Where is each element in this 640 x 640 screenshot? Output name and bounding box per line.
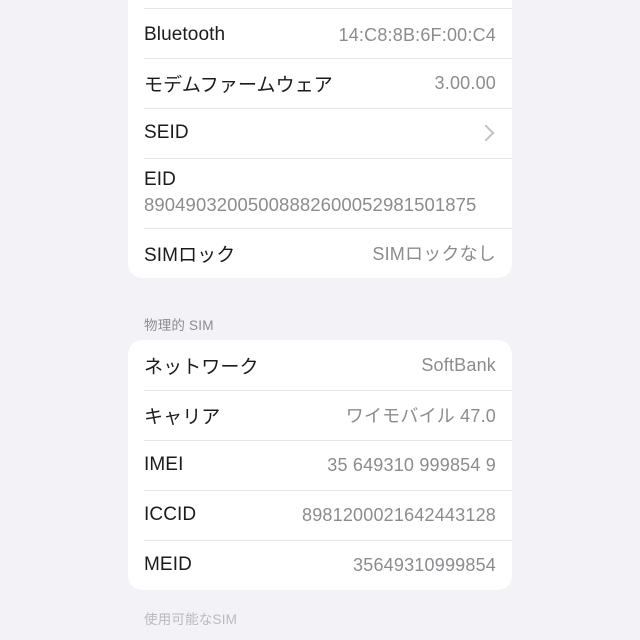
row-label: ネットワーク xyxy=(144,356,259,378)
row-label: ICCID xyxy=(144,504,197,525)
physical-sim-card: ネットワーク SoftBank キャリア ワイモバイル 47.0 IMEI 35… xyxy=(128,340,512,590)
row-bluetooth[interactable]: Bluetooth 14:C8:8B:6F:00:C4 xyxy=(128,0,512,58)
row-label: SEID xyxy=(144,122,189,143)
row-value: SIMロックなし xyxy=(372,244,496,264)
row-carrier[interactable]: キャリア ワイモバイル 47.0 xyxy=(128,390,512,440)
row-label: EID xyxy=(144,169,176,190)
row-label: モデムファームウェア xyxy=(144,74,333,96)
device-info-card: Bluetooth 14:C8:8B:6F:00:C4 モデムファームウェア 3… xyxy=(128,0,512,278)
row-value: 35649310999854 xyxy=(353,554,496,575)
row-value: ワイモバイル 47.0 xyxy=(345,406,496,426)
settings-about-screen: Bluetooth 14:C8:8B:6F:00:C4 モデムファームウェア 3… xyxy=(0,0,640,640)
row-value: 3.00.00 xyxy=(434,72,496,93)
row-imei[interactable]: IMEI 35 649310 999854 9 xyxy=(128,440,512,490)
section-header-physical-sim: 物理的 SIM xyxy=(144,318,214,333)
row-modem-firmware[interactable]: モデムファームウェア 3.00.00 xyxy=(128,58,512,108)
section-header-physical-sim-wrapper: 物理的 SIM xyxy=(128,312,512,340)
row-seid[interactable]: SEID xyxy=(128,108,512,158)
row-value: 35 649310 999854 9 xyxy=(327,454,496,475)
settings-content-column: Bluetooth 14:C8:8B:6F:00:C4 モデムファームウェア 3… xyxy=(128,0,512,628)
row-label: キャリア xyxy=(144,406,221,428)
row-label: IMEI xyxy=(144,454,184,475)
row-network[interactable]: ネットワーク SoftBank xyxy=(128,340,512,390)
row-eid[interactable]: EID 89049032005008882600052981501875 xyxy=(128,158,512,228)
row-label: MEID xyxy=(144,554,192,575)
row-label: SIMロック xyxy=(144,244,236,266)
row-value: 89049032005008882600052981501875 xyxy=(144,194,477,215)
row-meid[interactable]: MEID 35649310999854 xyxy=(128,540,512,590)
row-sim-lock[interactable]: SIMロック SIMロックなし xyxy=(128,228,512,278)
section-header-available-sim: 使用可能なSIM xyxy=(144,612,238,627)
row-value: 8981200021642443128 xyxy=(301,504,496,525)
row-iccid[interactable]: ICCID 8981200021642443128 xyxy=(128,490,512,540)
chevron-right-icon xyxy=(477,124,495,142)
row-label: Bluetooth xyxy=(144,24,226,45)
row-value: SoftBank xyxy=(421,354,496,375)
row-value: 14:C8:8B:6F:00:C4 xyxy=(338,25,496,45)
